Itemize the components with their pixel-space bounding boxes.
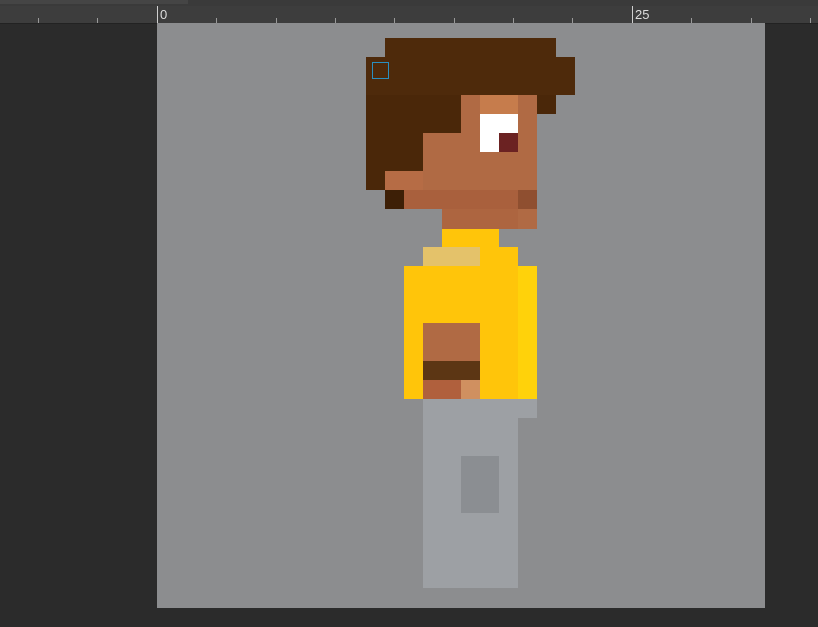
- ruler-tick-major: [157, 6, 158, 23]
- tab-stub[interactable]: [0, 0, 188, 4]
- chin-shadow: [518, 190, 537, 209]
- ruler-label-25: 25: [635, 7, 650, 22]
- hand: [423, 380, 461, 399]
- shirt-right-edge: [518, 266, 537, 399]
- belt: [423, 361, 480, 380]
- pixel-cursor-square-icon[interactable]: [372, 62, 389, 79]
- forehead-highlight: [480, 95, 518, 114]
- hair-top: [385, 38, 556, 58]
- jaw: [404, 190, 537, 209]
- pants-waist: [423, 399, 537, 418]
- hair-tip: [385, 190, 404, 209]
- pants-shadow: [461, 456, 499, 513]
- arm: [423, 323, 480, 361]
- pants-upper: [423, 418, 518, 456]
- ruler-tick: [38, 18, 39, 23]
- horizontal-ruler[interactable]: 0 25: [0, 6, 818, 24]
- ruler-tick-major: [632, 6, 633, 23]
- hair-crown: [366, 57, 575, 95]
- pixel-art-character: [366, 38, 575, 588]
- shirt-collar: [442, 229, 499, 248]
- pixel-canvas[interactable]: [157, 23, 765, 608]
- ear: [385, 171, 423, 190]
- ruler-tick: [97, 18, 98, 23]
- ruler-label-0: 0: [160, 7, 168, 22]
- shirt-highlight: [423, 247, 480, 267]
- eye-pupil: [499, 133, 518, 152]
- hair-front: [537, 95, 556, 114]
- ruler-tick: [810, 18, 811, 23]
- neck: [442, 209, 518, 229]
- hand-highlight: [461, 380, 480, 399]
